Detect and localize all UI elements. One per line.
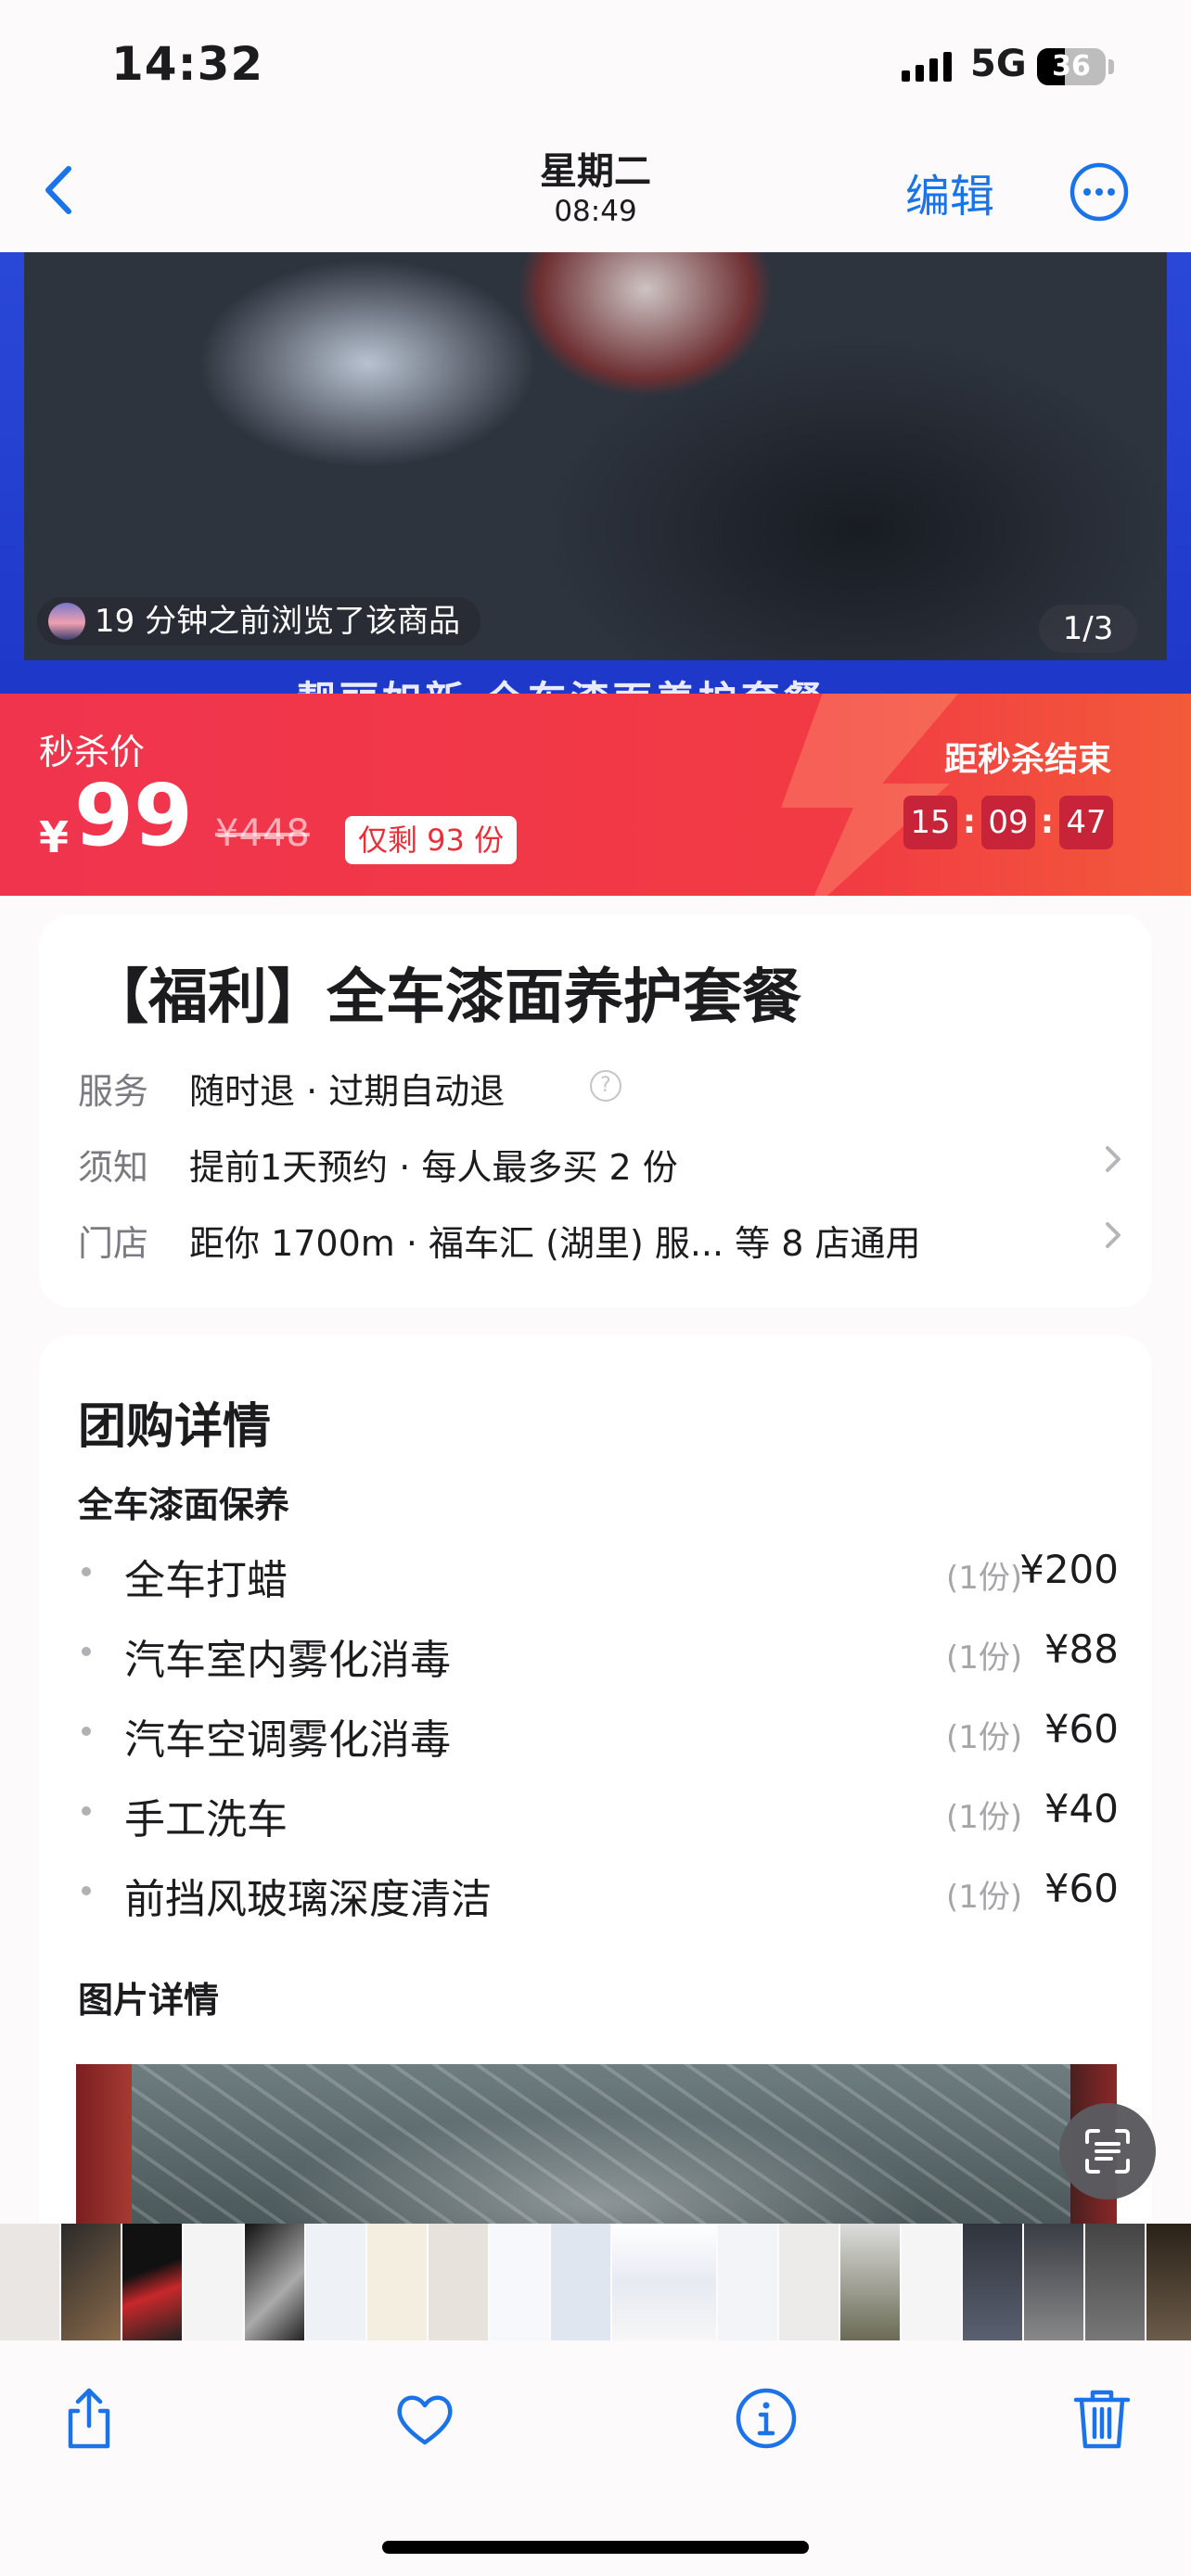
thumbnail[interactable] (0, 2224, 59, 2340)
chevron-right-icon (1106, 1222, 1121, 1248)
thumbnail[interactable] (61, 2224, 121, 2340)
product-title: 【福利】全车漆面养护套餐 (89, 963, 801, 1032)
list-item: 汽车空调雾化消毒 (1份) ¥60 (78, 1699, 1152, 1764)
thumbnail[interactable] (1024, 2224, 1083, 2340)
notice-key: 须知 (78, 1147, 149, 1188)
thumbnail[interactable] (840, 2224, 900, 2340)
question-circle-icon[interactable]: ? (590, 1070, 621, 1102)
list-item: 前挡风玻璃深度清洁 (1份) ¥60 (78, 1858, 1152, 1923)
item-name: 全车打蜡 (124, 1557, 288, 1604)
trash-icon[interactable] (1065, 2381, 1139, 2455)
product-info-card: 【福利】全车漆面养护套餐 服务 随时退 · 过期自动退 ? 须知 提前1天预约 … (39, 914, 1152, 1307)
countdown-label: 距秒杀结束 (944, 741, 1112, 779)
lightning-bolt-icon (781, 694, 974, 896)
store-value: 距你 1700m · 福车汇 (湖里) 服... 等 8 店通用 (189, 1223, 921, 1264)
countdown-seconds: 47 (1059, 796, 1113, 849)
countdown-separator: : (962, 803, 977, 841)
countdown-hours: 15 (903, 796, 957, 849)
battery-icon: 36 (1037, 48, 1106, 85)
item-name: 手工洗车 (124, 1796, 288, 1843)
price-currency: ¥ (39, 812, 70, 862)
item-price: ¥60 (1044, 1706, 1119, 1752)
countdown-timer: 15 : 09 : 47 (903, 796, 1113, 849)
countdown-minutes: 09 (981, 796, 1035, 849)
network-type: 5G (970, 43, 1027, 85)
photo-thumbnail-strip[interactable] (0, 2224, 1191, 2340)
store-row[interactable]: 门店 距你 1700m · 福车汇 (湖里) 服... 等 8 店通用 (78, 1207, 1126, 1264)
thumbnail[interactable] (367, 2224, 427, 2340)
details-title: 团购详情 (78, 1399, 272, 1455)
home-indicator (382, 2541, 809, 2554)
thumbnail[interactable] (963, 2224, 1022, 2340)
item-price: ¥200 (1019, 1547, 1119, 1592)
flash-sale-bar: 秒杀价 ¥ 99 ¥448 仅剩 93 份 距秒杀结束 15 : 09 : 47 (0, 694, 1191, 896)
item-name: 汽车室内雾化消毒 (124, 1637, 451, 1684)
bullet (82, 1886, 91, 1895)
remaining-stock-badge: 仅剩 93 份 (345, 816, 518, 864)
thumbnail[interactable] (122, 2224, 182, 2340)
photo-time-subtitle: 08:49 (554, 195, 637, 228)
product-hero-image[interactable]: 靓丽如新 全车漆面养护套餐 19 分钟之前浏览了该商品 1/3 (0, 252, 1191, 695)
hero-banner-text: 靓丽如新 全车漆面养护套餐 (297, 670, 826, 695)
thumbnail[interactable] (551, 2224, 610, 2340)
thumbnail[interactable] (1146, 2224, 1191, 2340)
bullet (82, 1806, 91, 1816)
heart-icon[interactable] (388, 2381, 462, 2455)
list-item: 全车打蜡 (1份) ¥200 (78, 1539, 1152, 1604)
item-price: ¥40 (1044, 1786, 1119, 1831)
avatar (48, 603, 85, 640)
service-row: 服务 随时退 · 过期自动退 ? (78, 1055, 1126, 1112)
cellular-signal-icon (902, 52, 952, 82)
thumbnail[interactable] (779, 2224, 839, 2340)
chevron-right-icon (1106, 1146, 1121, 1172)
battery-tip (1108, 59, 1114, 74)
list-item: 手工洗车 (1份) ¥40 (78, 1779, 1152, 1843)
thumbnail[interactable] (490, 2224, 549, 2340)
picture-details-title: 图片详情 (78, 1980, 220, 2021)
share-icon[interactable] (52, 2381, 126, 2455)
thumbnail[interactable] (245, 2224, 304, 2340)
live-text-scan-icon[interactable] (1059, 2103, 1156, 2200)
store-key: 门店 (78, 1223, 149, 1264)
service-key: 服务 (78, 1071, 149, 1112)
bullet (82, 1567, 91, 1576)
original-price: ¥448 (215, 812, 310, 855)
status-time: 14:32 (111, 37, 264, 91)
status-bar: 14:32 5G 36 (0, 0, 1191, 130)
nav-bar: 星期二 08:49 编辑 (0, 130, 1191, 252)
thumbnail-current[interactable] (612, 2224, 716, 2340)
sale-price: 99 (74, 766, 194, 865)
countdown-separator: : (1040, 803, 1055, 841)
thumbnail[interactable] (718, 2224, 777, 2340)
thumbnail[interactable] (429, 2224, 488, 2340)
thumbnail[interactable] (1085, 2224, 1145, 2340)
notice-value: 提前1天预约 · 每人最多买 2 份 (189, 1147, 678, 1188)
image-page-counter: 1/3 (1039, 605, 1137, 653)
thumbnail[interactable] (184, 2224, 243, 2340)
list-item: 汽车室内雾化消毒 (1份) ¥88 (78, 1619, 1152, 1684)
edit-button[interactable]: 编辑 (905, 159, 994, 224)
item-name: 汽车空调雾化消毒 (124, 1716, 451, 1764)
photo-date-title: 星期二 (540, 150, 651, 193)
bullet (82, 1647, 91, 1656)
battery-level: 36 (1052, 50, 1091, 83)
details-section-title: 全车漆面保养 (78, 1485, 290, 1525)
service-value: 随时退 · 过期自动退 (189, 1071, 506, 1112)
item-price: ¥88 (1044, 1626, 1119, 1672)
item-name: 前挡风玻璃深度清洁 (124, 1876, 492, 1923)
recently-viewed-text: 19 分钟之前浏览了该商品 (95, 603, 461, 640)
info-icon[interactable] (729, 2381, 803, 2455)
thumbnail[interactable] (306, 2224, 365, 2340)
recently-viewed-pill: 19 分钟之前浏览了该商品 (37, 597, 481, 645)
notice-row[interactable]: 须知 提前1天预约 · 每人最多买 2 份 (78, 1131, 1126, 1188)
ellipsis-circle-icon[interactable] (1069, 161, 1130, 223)
bullet (82, 1727, 91, 1736)
thumbnail[interactable] (902, 2224, 961, 2340)
item-price: ¥60 (1044, 1866, 1119, 1911)
bottom-toolbar (0, 2340, 1191, 2576)
group-buy-details-card: 团购详情 全车漆面保养 全车打蜡 (1份) ¥200 汽车室内雾化消毒 (1份)… (39, 1335, 1152, 2263)
hero-banner-band: 靓丽如新 全车漆面养护套餐 (0, 660, 1191, 695)
